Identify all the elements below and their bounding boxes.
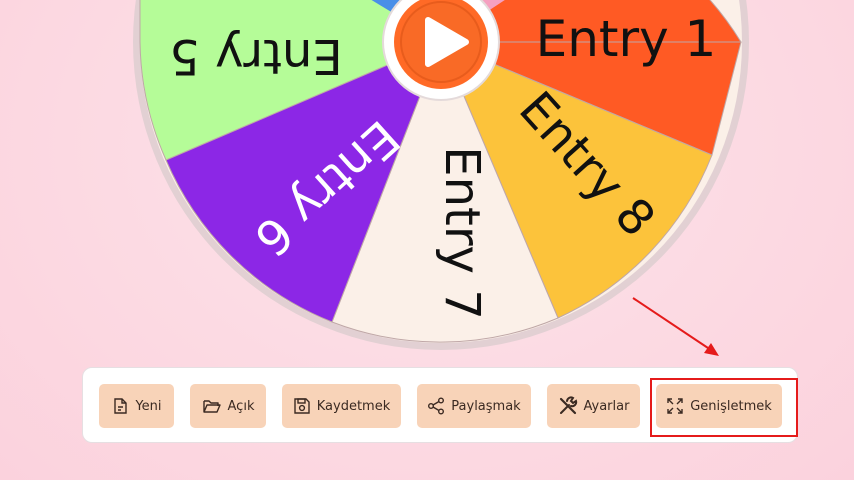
save-button-label: Kaydetmek (316, 398, 391, 414)
save-icon (294, 398, 310, 414)
new-button-label: Yeni (135, 398, 162, 414)
share-icon (428, 397, 445, 415)
save-button[interactable]: Kaydetmek (282, 384, 401, 428)
settings-button-label: Ayarlar (583, 398, 630, 414)
tools-icon (559, 396, 577, 415)
share-button-label: Paylaşmak (451, 398, 521, 414)
new-button[interactable]: Yeni (99, 384, 174, 428)
settings-button[interactable]: Ayarlar (547, 384, 640, 428)
open-button[interactable]: Açık (190, 384, 266, 428)
folder-open-icon (202, 400, 221, 413)
share-button[interactable]: Paylaşmak (417, 384, 531, 428)
open-button-label: Açık (227, 398, 255, 414)
file-icon (114, 398, 128, 414)
highlight-box (650, 378, 798, 437)
